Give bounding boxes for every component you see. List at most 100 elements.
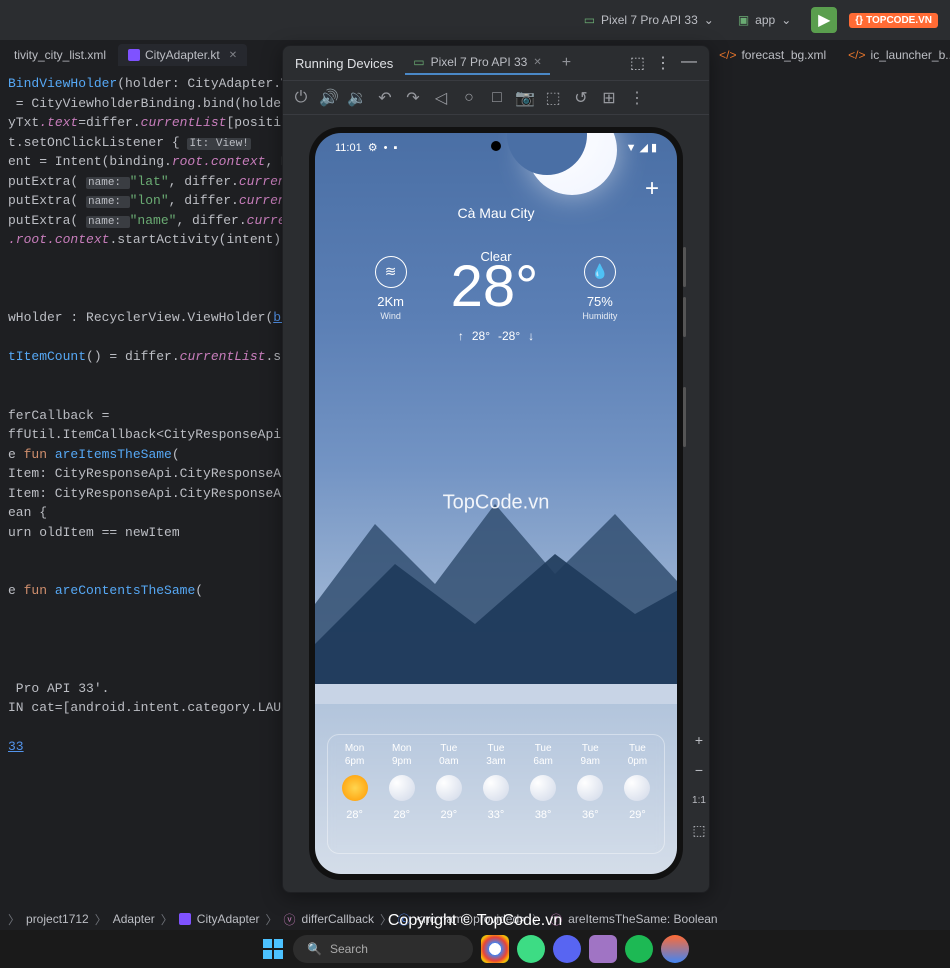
forecast-strip[interactable]: Mon6pm28° Mon9pm28° Tue0am29° Tue3am33° … — [327, 734, 665, 854]
rotate-right-icon[interactable]: ↷ — [405, 90, 421, 106]
chevron-down-icon: ⌄ — [781, 13, 791, 27]
forecast-item[interactable]: Mon9pm28° — [379, 743, 424, 845]
more-icon[interactable]: ⋮ — [655, 53, 671, 73]
kotlin-icon — [128, 49, 140, 61]
running-devices-panel: Running Devices ▭ Pixel 7 Pro API 33 ✕ +… — [282, 45, 710, 893]
start-button[interactable] — [261, 937, 285, 961]
zoom-out-button[interactable]: − — [687, 758, 711, 782]
phone-volume-down — [683, 297, 686, 337]
snapshot-icon[interactable]: ↺ — [573, 90, 589, 106]
status-time: 11:01 — [335, 142, 362, 154]
forecast-item[interactable]: Tue6am38° — [521, 743, 566, 845]
tab-cityadapter-kt[interactable]: CityAdapter.kt ✕ — [118, 44, 247, 66]
add-tab-icon[interactable]: + — [562, 54, 571, 72]
close-icon[interactable]: ✕ — [533, 57, 541, 68]
mountain-illustration — [315, 484, 677, 704]
emulator-toolbar: ⏻ 🔊 🔉 ↶ ↷ ◁ ○ □ 📷 ⬚ ↺ ⊞ ⋮ — [283, 81, 709, 114]
high-temp: 28° — [472, 329, 490, 343]
tab-label: forecast_bg.xml — [741, 48, 826, 62]
tab-city-list-xml[interactable]: tivity_city_list.xml — [4, 44, 116, 66]
phone-screen[interactable]: 11:01 ⚙ • ▪ ▼ ◢ ▮ + Cà Mau City Clear — [315, 133, 677, 874]
vscode-app[interactable] — [589, 935, 617, 963]
volume-down-icon[interactable]: 🔉 — [349, 90, 365, 106]
run-config-selector[interactable]: ▣ app ⌄ — [738, 13, 791, 27]
zoom-in-button[interactable]: + — [687, 728, 711, 752]
search-box[interactable]: 🔍 Search — [293, 935, 473, 963]
play-icon: ▶ — [818, 10, 830, 30]
discord-app[interactable] — [553, 935, 581, 963]
volume-up-icon[interactable]: 🔊 — [321, 90, 337, 106]
weather-app: + Cà Mau City Clear ≋ 2Km Wind 28° 💧 75%… — [315, 133, 677, 874]
cloudy-icon — [624, 775, 650, 801]
android-icon: ▣ — [738, 13, 749, 27]
device-tab[interactable]: ▭ Pixel 7 Pro API 33 ✕ — [405, 51, 549, 75]
device-label: Pixel 7 Pro API 33 — [601, 13, 698, 27]
topcode-logo: {}TOPCODE.VN — [849, 13, 938, 28]
more-icon[interactable]: ⋮ — [629, 90, 645, 106]
xml-icon: </> — [719, 48, 736, 62]
camera-notch — [491, 141, 501, 151]
minimize-icon[interactable]: — — [681, 53, 697, 73]
back-icon[interactable]: ◁ — [433, 90, 449, 106]
cloudy-icon — [389, 775, 415, 801]
cloudy-icon — [483, 775, 509, 801]
forecast-item[interactable]: Tue3am33° — [473, 743, 518, 845]
zoom-fit-button[interactable]: ⬚ — [687, 818, 711, 842]
main-temperature: 28° — [451, 253, 539, 320]
breadcrumb-item[interactable]: project1712 — [26, 912, 89, 926]
low-temp: -28° — [498, 329, 520, 343]
tab-forecast-bg-xml[interactable]: </> forecast_bg.xml — [709, 44, 836, 66]
zoom-ratio[interactable]: 1:1 — [687, 788, 711, 812]
breadcrumb-item[interactable]: differCallback — [302, 912, 374, 926]
panel-title: Running Devices — [295, 56, 393, 71]
wind-stat: ≋ 2Km Wind — [375, 256, 407, 321]
arrow-down-icon: ↓ — [528, 329, 534, 343]
dock-icon[interactable]: ⬚ — [630, 53, 645, 73]
cloudy-icon — [577, 775, 603, 801]
forecast-item[interactable]: Tue0am29° — [426, 743, 471, 845]
add-city-button[interactable]: + — [645, 175, 659, 203]
android-studio-app[interactable] — [517, 935, 545, 963]
overview-icon[interactable]: □ — [489, 90, 505, 106]
device-selector[interactable]: ▭ Pixel 7 Pro API 33 ⌄ — [584, 13, 714, 27]
wind-value: 2Km — [377, 294, 404, 309]
phone-icon: ▭ — [413, 55, 424, 69]
forecast-item[interactable]: Mon6pm28° — [332, 743, 377, 845]
chrome-app[interactable] — [481, 935, 509, 963]
tab-label: CityAdapter.kt — [145, 48, 220, 62]
phone-power — [683, 387, 686, 447]
tab-label: ic_launcher_b... — [871, 48, 950, 62]
screenshot-icon[interactable]: 📷 — [517, 90, 533, 106]
humidity-icon: 💧 — [584, 256, 616, 288]
run-config-label: app — [755, 13, 775, 27]
close-icon[interactable]: ✕ — [229, 50, 237, 61]
rotate-left-icon[interactable]: ↶ — [377, 90, 393, 106]
power-icon[interactable]: ⏻ — [293, 90, 309, 106]
forecast-item[interactable]: Tue0pm29° — [615, 743, 660, 845]
browser-app[interactable] — [661, 935, 689, 963]
breadcrumb-item[interactable]: areItemsTheSame: Boolean — [568, 912, 717, 926]
spotify-app[interactable] — [625, 935, 653, 963]
tab-label: tivity_city_list.xml — [14, 48, 106, 62]
run-button[interactable]: ▶ — [811, 7, 837, 33]
var-icon: ⓥ — [284, 911, 296, 928]
humidity-value: 75% — [587, 294, 613, 309]
phone-volume-up — [683, 247, 686, 287]
forecast-item[interactable]: Tue9am36° — [568, 743, 613, 845]
sunny-icon — [342, 775, 368, 801]
kotlin-icon — [179, 913, 191, 925]
breadcrumb-item[interactable]: Adapter — [113, 912, 155, 926]
record-icon[interactable]: ⬚ — [545, 90, 561, 106]
settings-icon: ⚙ — [368, 141, 378, 154]
tab-ic-launcher[interactable]: </> ic_launcher_b... — [838, 44, 950, 66]
xml-icon: </> — [848, 48, 865, 62]
breadcrumb-item[interactable]: CityAdapter — [197, 912, 260, 926]
phone-icon: ▭ — [584, 13, 595, 27]
humidity-stat: 💧 75% Humidity — [582, 256, 617, 321]
panel-header: Running Devices ▭ Pixel 7 Pro API 33 ✕ +… — [283, 46, 709, 81]
wind-icon: ≋ — [375, 256, 407, 288]
extended-icon[interactable]: ⊞ — [601, 90, 617, 106]
wifi-icon: ▼ — [626, 142, 637, 154]
home-icon[interactable]: ○ — [461, 90, 477, 106]
windows-taskbar: 🔍 Search — [0, 930, 950, 968]
